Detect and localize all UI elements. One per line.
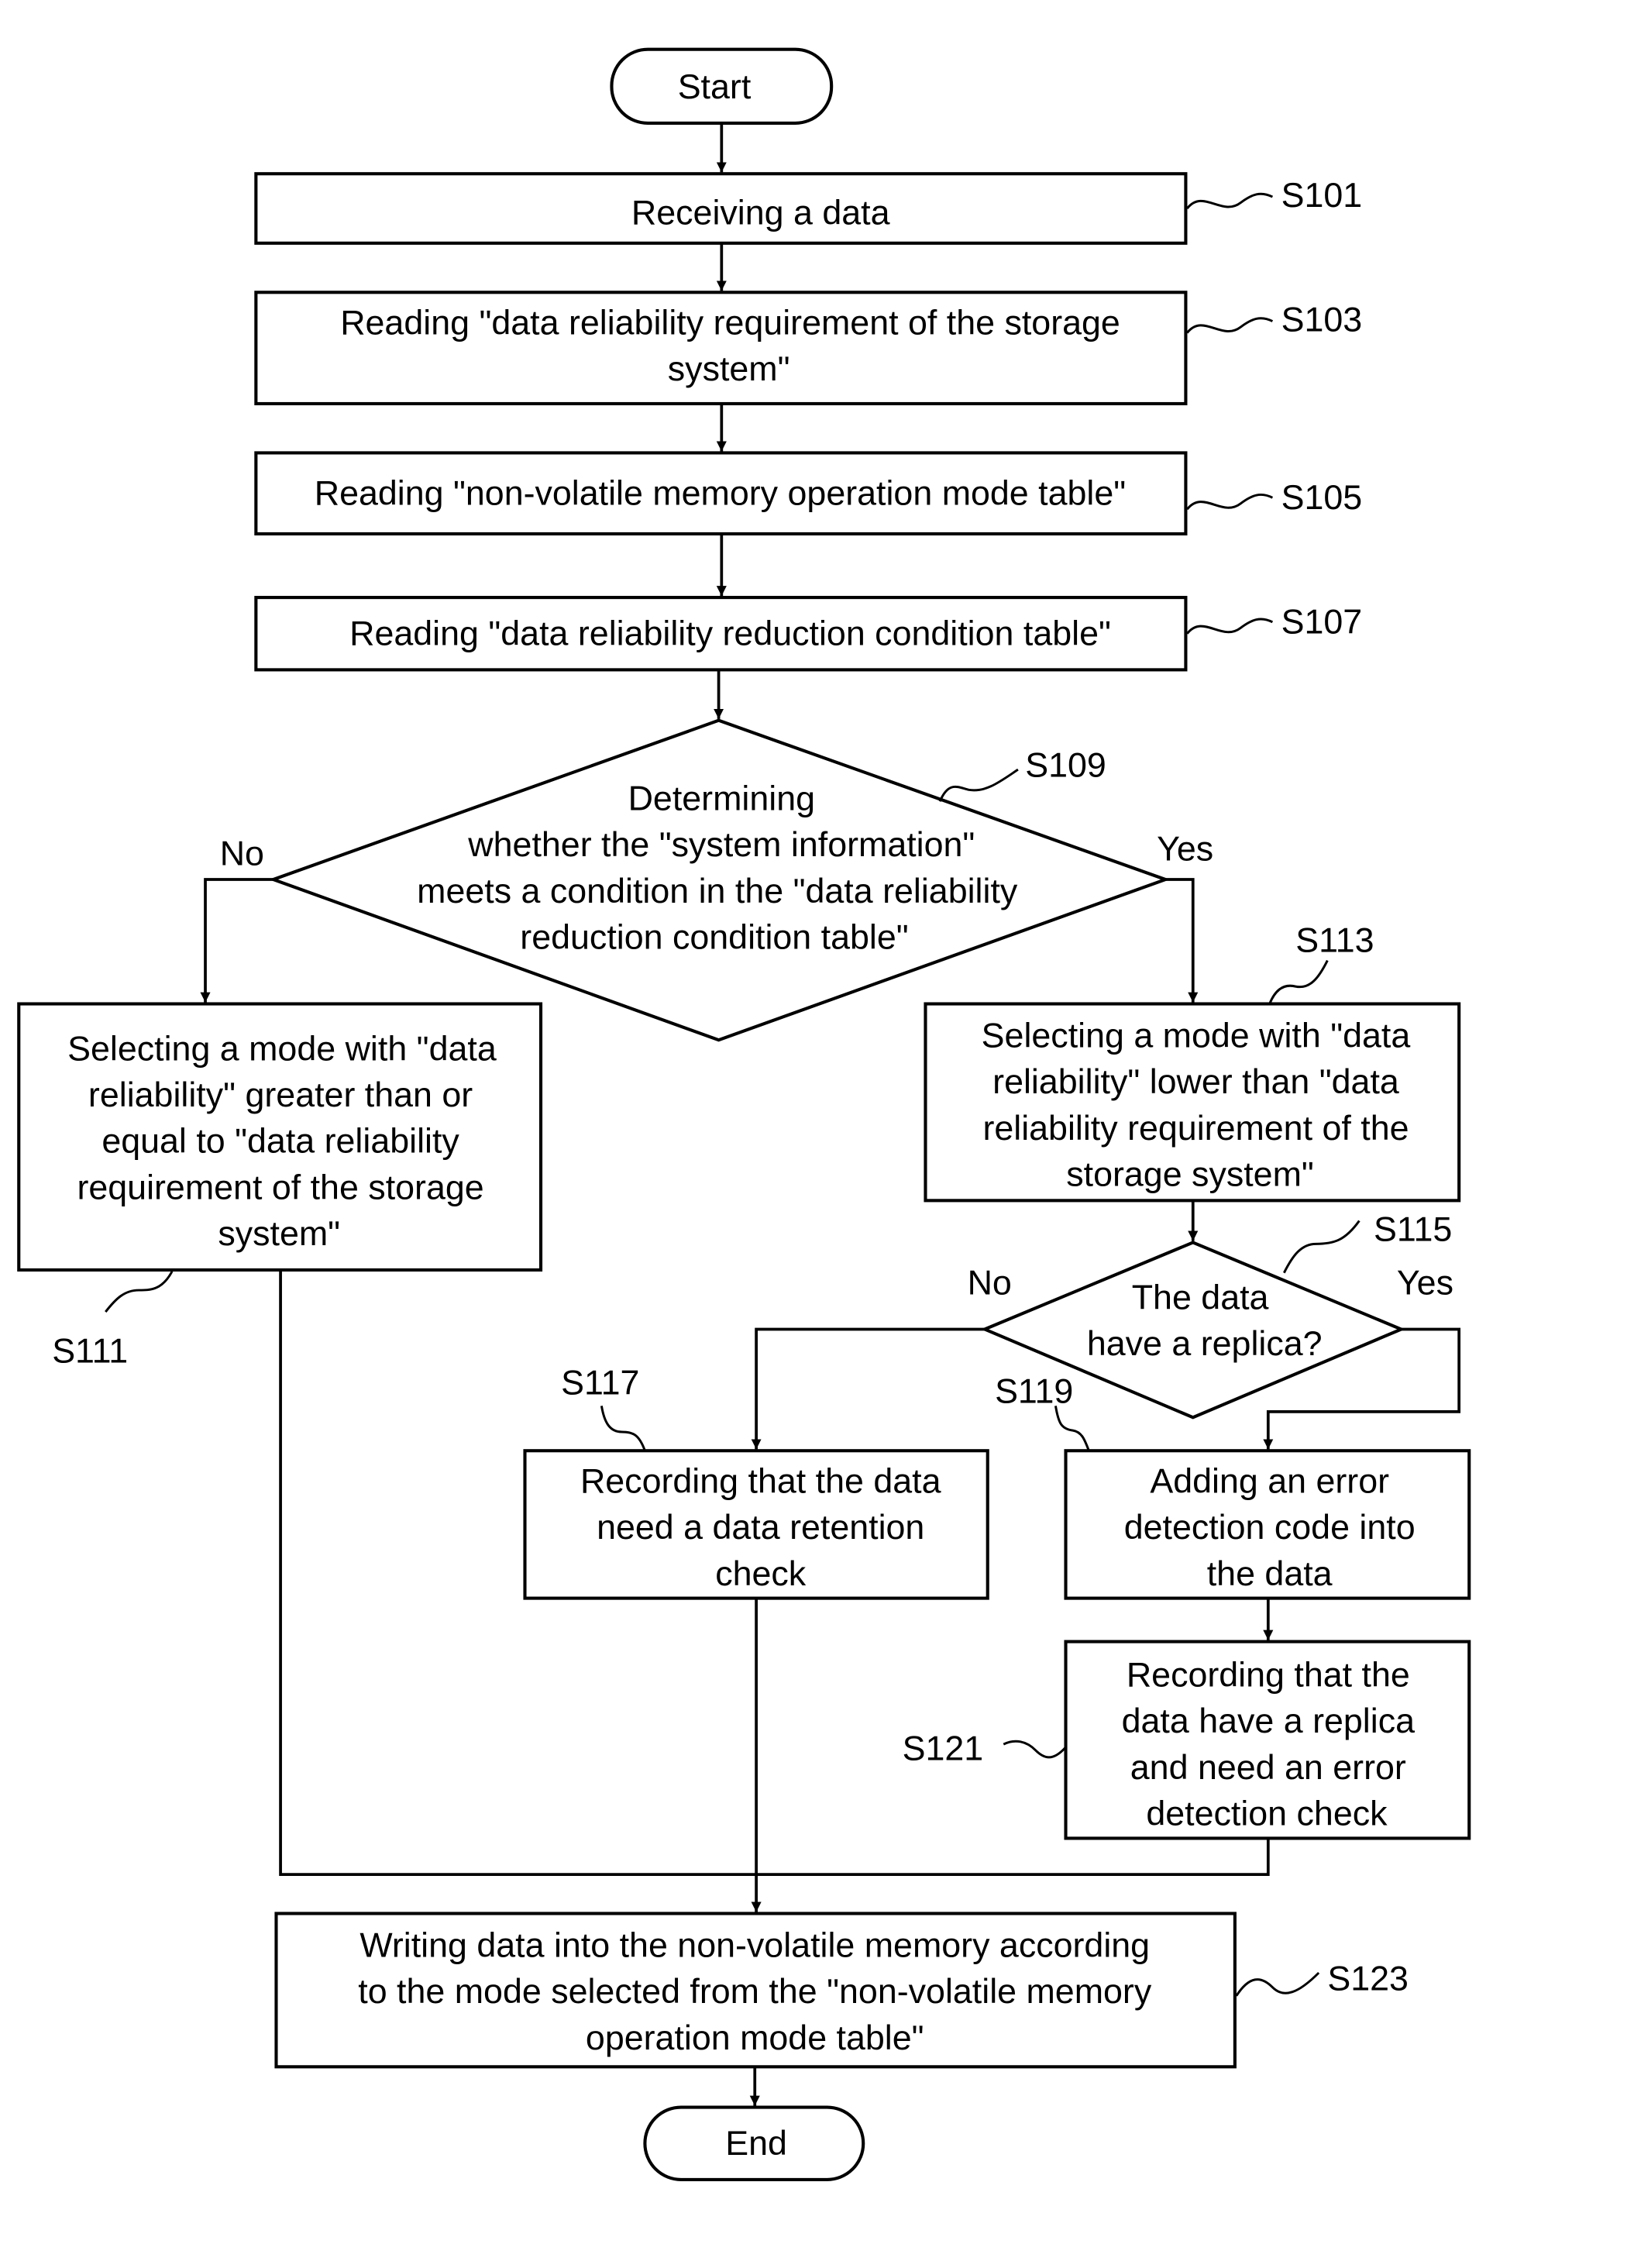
s107-id: S107 [1281,603,1363,642]
s119-text-line2: detection code into [1124,1508,1416,1547]
flowchart: Start Receiving a data S101 Reading "dat… [17,47,1471,2181]
s113-id: S113 [1295,921,1374,959]
step-s101: Receiving a data S101 [254,172,1363,245]
s111-text-line3: equal to "data reliability [101,1122,459,1161]
s109-text-line2: whether the "system information" [467,825,975,864]
step-s103: Reading "data reliability requirement of… [254,291,1363,406]
s111-text-line1: Selecting a mode with "data [67,1029,497,1068]
arrow-s109-yes [1165,878,1199,1003]
s119-leader [1054,1406,1090,1451]
s103-text-line2: system" [668,349,790,388]
s117-id: S117 [561,1363,639,1402]
s119-text-line3: the data [1207,1554,1333,1593]
s113-text-line2: reliability" lower than "data [992,1062,1399,1101]
s121-text-line4: detection check [1146,1795,1388,1833]
s103-leader [1186,317,1274,334]
s113-leader [1268,959,1329,1005]
s109-id: S109 [1025,746,1106,785]
s121-text-line1: Recording that the [1127,1655,1410,1694]
s123-leader [1235,1971,1320,1997]
arrow-s109-no [200,878,273,1003]
s103-text-line1: Reading "data reliability requirement of… [340,303,1120,342]
s111-text-line2: reliability" greater than or [88,1075,473,1114]
s119-text-line1: Adding an error [1150,1461,1389,1500]
s121-leader [1003,1740,1067,1759]
s117-text-line2: need a data retention [597,1508,924,1547]
s115-text-line1: The data [1132,1278,1269,1316]
s103-id: S103 [1281,301,1363,339]
arrow-s115-no [751,1327,985,1450]
s105-leader [1186,493,1274,511]
s111-text-line4: requirement of the storage [77,1168,483,1206]
s123-text-line1: Writing data into the non-volatile memor… [359,1926,1150,1964]
s115-no-label: No [968,1264,1012,1303]
s115-text-line2: have a replica? [1087,1324,1323,1363]
step-s123: Writing data into the non-volatile memor… [274,1912,1409,2069]
s109-text-line3: meets a condition in the "data reliabili… [417,872,1018,910]
s123-id: S123 [1327,1959,1409,1998]
s109-text-line1: Determining [628,779,815,817]
s121-text-line2: data have a replica [1122,1702,1416,1740]
s109-leader [938,768,1019,802]
s107-leader [1186,618,1274,635]
decision-s109: Determining whether the "system informat… [220,718,1213,1042]
s105-id: S105 [1281,478,1363,517]
s101-leader [1186,192,1274,210]
s109-no-label: No [220,834,264,872]
s107-text: Reading "data reliability reduction cond… [349,614,1111,653]
s113-text-line1: Selecting a mode with "data [982,1017,1411,1055]
step-s121: Recording that the data have a replica a… [903,1640,1471,1840]
s111-id: S111 [52,1331,128,1370]
s111-leader [105,1271,174,1313]
s115-id: S115 [1374,1210,1452,1249]
s111-text-line5: system" [218,1214,340,1253]
step-s105: Reading "non-volatile memory operation m… [254,451,1363,536]
s123-text-line3: operation mode table" [586,2018,924,2057]
s109-yes-label: Yes [1157,830,1213,869]
s123-text-line2: to the mode selected from the "non-volat… [358,1972,1152,2011]
step-s119: Adding an error detection code into the … [995,1372,1471,1600]
s117-leader [600,1406,646,1451]
s121-text-line3: and need an error [1130,1748,1406,1787]
s115-yes-label: Yes [1397,1264,1453,1303]
start-label: Start [678,67,752,106]
s101-id: S101 [1281,176,1363,215]
start-terminal: Start [610,47,834,125]
s101-text: Receiving a data [631,194,890,232]
s119-id: S119 [995,1372,1073,1411]
s121-id: S121 [903,1729,984,1768]
s117-text-line1: Recording that the data [580,1461,941,1500]
end-label: End [725,2124,787,2163]
s115-leader [1283,1220,1361,1274]
s117-text-line3: check [715,1554,807,1593]
s113-text-line3: reliability requirement of the [982,1109,1409,1148]
s109-text-line4: reduction condition table" [520,918,908,957]
end-terminal: End [643,2105,865,2181]
s113-text-line4: storage system" [1066,1155,1314,1194]
s105-text: Reading "non-volatile memory operation m… [315,474,1126,513]
step-s107: Reading "data reliability reduction cond… [254,596,1363,672]
